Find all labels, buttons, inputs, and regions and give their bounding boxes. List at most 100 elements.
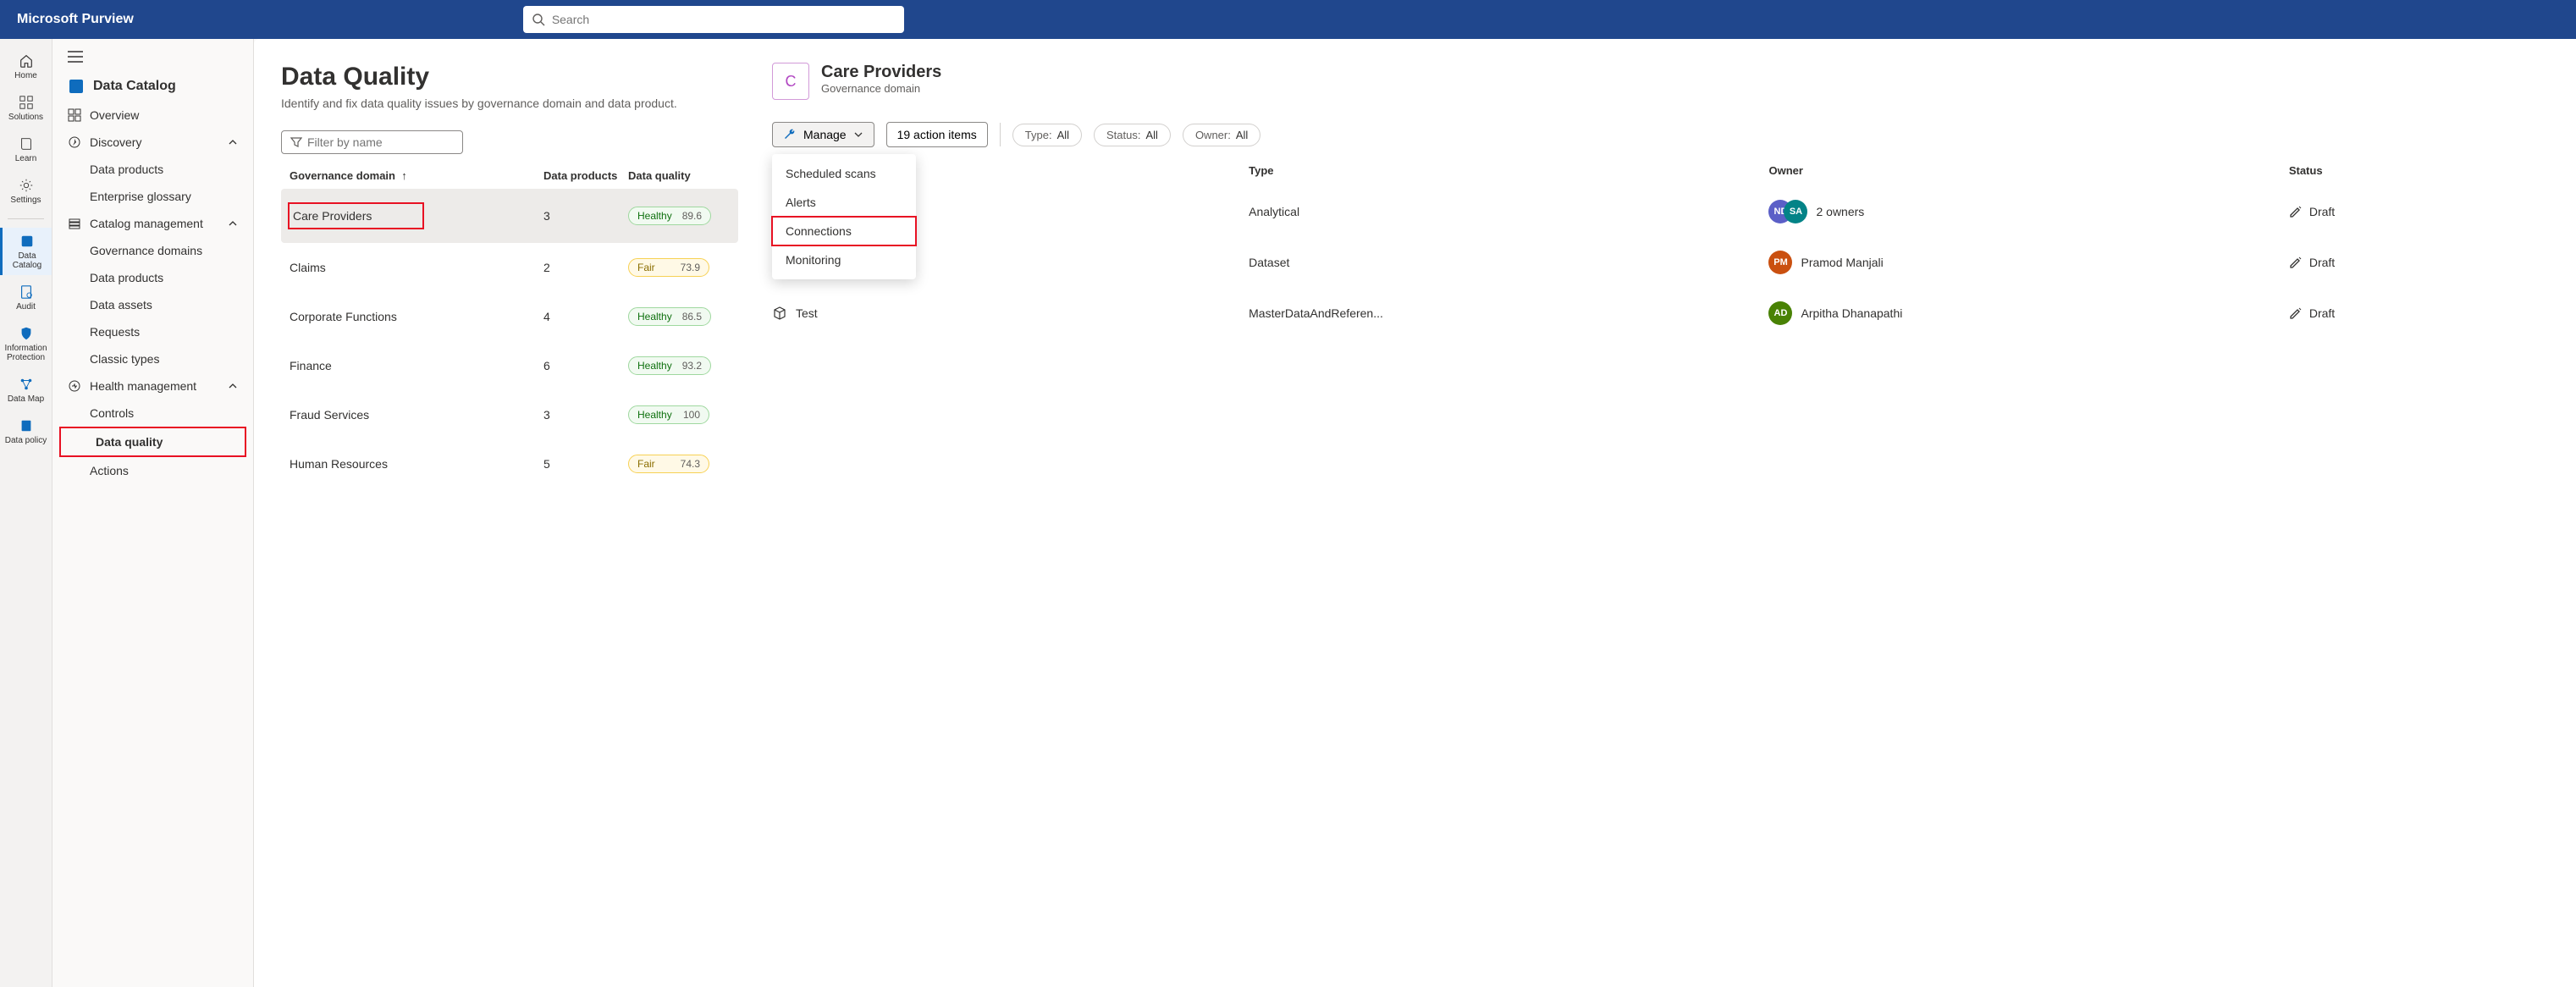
- sidebar-discovery-data-products[interactable]: Data products: [52, 156, 253, 183]
- catalog-icon: [19, 233, 36, 250]
- main-content: Data Quality Identify and fix data quali…: [254, 39, 2576, 987]
- rail-audit[interactable]: Audit: [0, 278, 52, 317]
- col-owner[interactable]: Owner: [1768, 164, 2288, 177]
- rail-learn[interactable]: Learn: [0, 130, 52, 168]
- filter-by-name[interactable]: [281, 130, 463, 154]
- gov-row-fraud-services[interactable]: Fraud Services 3 Healthy100: [281, 390, 738, 439]
- quality-pill: Fair73.9: [628, 258, 709, 277]
- filter-chip-owner[interactable]: Owner: All: [1183, 124, 1260, 146]
- sidebar-overview[interactable]: Overview: [52, 102, 253, 129]
- menu-alerts[interactable]: Alerts: [772, 188, 916, 217]
- sidebar-controls[interactable]: Controls: [52, 400, 253, 427]
- sidebar: Data Catalog Overview Discovery Data pro…: [52, 39, 254, 987]
- dp-row[interactable]: Analytical ND SA 2 owners Draft: [772, 186, 2549, 237]
- layers-icon: [68, 217, 81, 230]
- gov-row-finance[interactable]: Finance 6 Healthy93.2: [281, 341, 738, 390]
- sidebar-actions[interactable]: Actions: [52, 457, 253, 484]
- domain-subtitle: Governance domain: [821, 82, 941, 95]
- rail-solutions[interactable]: Solutions: [0, 89, 52, 127]
- rail-info-protection[interactable]: Information Protection: [0, 320, 52, 367]
- edit-icon: [2289, 306, 2303, 320]
- audit-icon: [18, 284, 35, 301]
- filter-chip-status[interactable]: Status: All: [1094, 124, 1171, 146]
- sidebar-data-assets[interactable]: Data assets: [52, 291, 253, 318]
- col-data-quality[interactable]: Data quality: [628, 169, 730, 182]
- page-subtitle: Identify and fix data quality issues by …: [281, 96, 738, 110]
- wrench-icon: [783, 128, 797, 141]
- gov-row-care-providers[interactable]: Care Providers 3 Healthy89.6: [281, 189, 738, 243]
- sidebar-discovery-group[interactable]: Discovery: [52, 129, 253, 156]
- data-product-table: Type Owner Status Analytical ND SA 2 own…: [772, 156, 2549, 339]
- gear-icon: [18, 177, 35, 194]
- dp-row[interactable]: Dataset PM Pramod Manjali Draft: [772, 237, 2549, 288]
- search-icon: [532, 13, 545, 26]
- col-type[interactable]: Type: [1249, 164, 1768, 177]
- menu-scheduled-scans[interactable]: Scheduled scans: [772, 159, 916, 188]
- brand-title: Microsoft Purview: [17, 12, 134, 27]
- page-title: Data Quality: [281, 63, 738, 91]
- health-icon: [68, 379, 81, 393]
- gov-row-claims[interactable]: Claims 2 Fair73.9: [281, 243, 738, 292]
- manage-button[interactable]: Manage: [772, 122, 874, 147]
- sidebar-catalog-mgmt-group[interactable]: Catalog management: [52, 210, 253, 237]
- rail-home[interactable]: Home: [0, 47, 52, 85]
- filter-input[interactable]: [307, 135, 461, 149]
- chevron-up-icon: [228, 381, 238, 391]
- avatar: PM: [1768, 251, 1792, 274]
- map-icon: [18, 376, 35, 393]
- grid-icon: [18, 94, 35, 111]
- rail-settings[interactable]: Settings: [0, 172, 52, 210]
- filter-chip-type[interactable]: Type: All: [1012, 124, 1082, 146]
- rail-data-map[interactable]: Data Map: [0, 371, 52, 409]
- action-items-button[interactable]: 19 action items: [886, 122, 988, 147]
- top-bar: Microsoft Purview: [0, 0, 2576, 39]
- domain-badge: C: [772, 63, 809, 100]
- quality-pill: Fair74.3: [628, 455, 709, 473]
- menu-monitoring[interactable]: Monitoring: [772, 245, 916, 274]
- col-data-products[interactable]: Data products: [543, 169, 628, 182]
- rail-data-catalog[interactable]: Data Catalog: [0, 228, 52, 275]
- domain-title: Care Providers: [821, 63, 941, 82]
- quality-pill: Healthy86.5: [628, 307, 711, 326]
- search-input[interactable]: [552, 13, 896, 26]
- chevron-up-icon: [228, 218, 238, 229]
- chevron-up-icon: [228, 137, 238, 147]
- menu-connections[interactable]: Connections: [772, 217, 916, 245]
- col-governance-domain[interactable]: Governance domain ↑: [290, 169, 543, 182]
- book-icon: [18, 135, 35, 152]
- quality-pill: Healthy89.6: [628, 207, 711, 225]
- gov-row-human-resources[interactable]: Human Resources 5 Fair74.3: [281, 439, 738, 488]
- rail-data-policy[interactable]: Data policy: [0, 412, 52, 450]
- dp-row[interactable]: Test MasterDataAndReferen... AD Arpitha …: [772, 288, 2549, 339]
- quality-pill: Healthy93.2: [628, 356, 711, 375]
- filter-icon: [290, 136, 302, 148]
- cube-icon: [772, 306, 787, 321]
- governance-table: Governance domain ↑ Data products Data q…: [281, 163, 738, 488]
- sidebar-data-quality[interactable]: Data quality: [59, 427, 246, 457]
- sidebar-discovery-enterprise-glossary[interactable]: Enterprise glossary: [52, 183, 253, 210]
- sidebar-classic-types[interactable]: Classic types: [52, 345, 253, 372]
- sidebar-data-products[interactable]: Data products: [52, 264, 253, 291]
- hamburger-button[interactable]: [52, 51, 253, 71]
- manage-menu: Scheduled scans Alerts Connections Monit…: [772, 154, 916, 279]
- catalog-icon: [68, 78, 85, 95]
- edit-icon: [2289, 205, 2303, 218]
- chevron-down-icon: [853, 130, 863, 140]
- global-search[interactable]: [523, 6, 904, 33]
- home-icon: [18, 52, 35, 69]
- sidebar-governance-domains[interactable]: Governance domains: [52, 237, 253, 264]
- sidebar-requests[interactable]: Requests: [52, 318, 253, 345]
- col-status[interactable]: Status: [2289, 164, 2549, 177]
- gov-row-corporate-functions[interactable]: Corporate Functions 4 Healthy86.5: [281, 292, 738, 341]
- edit-icon: [2289, 256, 2303, 269]
- avatar: SA: [1784, 200, 1807, 223]
- avatar: AD: [1768, 301, 1792, 325]
- overview-icon: [68, 108, 81, 122]
- quality-pill: Healthy100: [628, 405, 709, 424]
- nav-rail: Home Solutions Learn Settings Data Catal…: [0, 39, 52, 987]
- sidebar-title: Data Catalog: [52, 71, 253, 102]
- compass-icon: [68, 135, 81, 149]
- sidebar-health-mgmt-group[interactable]: Health management: [52, 372, 253, 400]
- policy-icon: [18, 417, 35, 434]
- sort-asc-icon: ↑: [399, 169, 407, 182]
